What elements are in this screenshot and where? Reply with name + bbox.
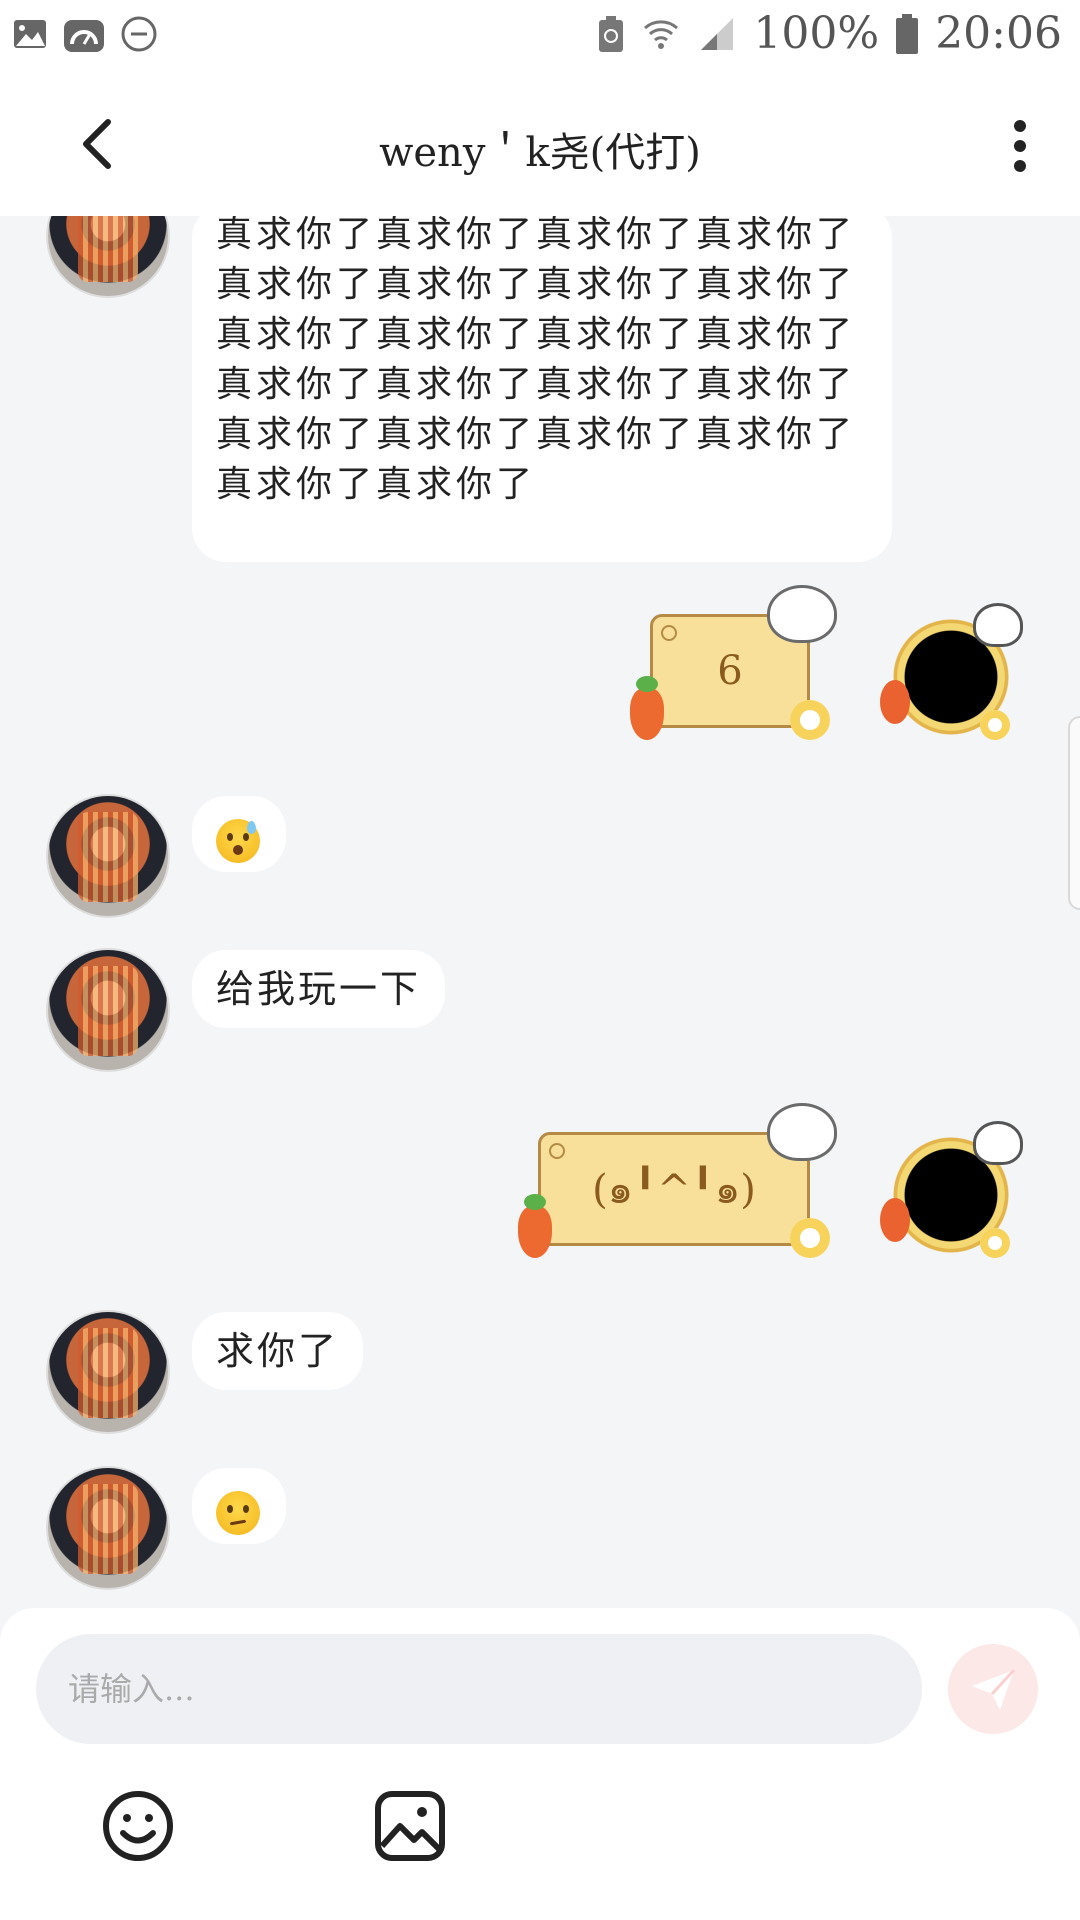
carrot-icon [880, 680, 910, 724]
avatar-self[interactable] [880, 606, 1020, 742]
more-vertical-icon [1014, 120, 1026, 172]
sticker-text: (๑╹^╹๑) [592, 1167, 756, 1213]
emoji-button[interactable] [98, 1786, 178, 1866]
cat-icon [770, 588, 834, 640]
send-icon [972, 1668, 1016, 1710]
chat-header: weny＇k尧(代打) [0, 72, 1080, 216]
carrot-icon [880, 1198, 910, 1242]
do-not-disturb-icon [121, 16, 157, 52]
status-right-icons: 100% 20:06 [597, 8, 1062, 59]
avatar[interactable] [48, 216, 168, 296]
cat-icon [770, 1106, 834, 1158]
gallery-icon [14, 20, 46, 48]
carrot-icon [518, 1194, 552, 1258]
scrollbar[interactable] [1068, 716, 1080, 910]
avatar[interactable] [48, 950, 168, 1070]
message-input-wrapper[interactable] [36, 1634, 922, 1744]
emoji-icon [103, 1791, 173, 1861]
status-bar: 100% 20:06 [0, 0, 1080, 72]
message-input[interactable] [66, 1669, 892, 1709]
status-left-icons [12, 14, 158, 54]
sticker-card: (๑╹^╹๑) [538, 1132, 810, 1246]
avatar[interactable] [48, 796, 168, 916]
message-bubble[interactable] [192, 796, 286, 872]
cat-icon [976, 1124, 1020, 1162]
battery-saver-icon [599, 15, 624, 52]
message-bubble[interactable]: 求你了 [192, 1312, 364, 1390]
composer-panel [0, 1608, 1080, 1920]
signal-icon [701, 17, 734, 50]
sticker-text: 6 [717, 648, 743, 694]
sticker-message[interactable]: 6 [630, 588, 834, 740]
battery-icon [896, 13, 919, 54]
chat-title: weny＇k尧(代打) [379, 130, 701, 176]
avatar[interactable] [48, 1312, 168, 1432]
flower-icon [980, 1228, 1010, 1258]
message-bubble[interactable]: 给我玩一下 [192, 950, 446, 1028]
carrot-icon [630, 676, 664, 740]
sticker-message[interactable]: (๑╹^╹๑) [518, 1106, 834, 1258]
image-button[interactable] [370, 1786, 450, 1866]
wifi-icon [644, 19, 679, 49]
more-options-button[interactable] [1000, 114, 1040, 178]
flower-icon [980, 710, 1010, 740]
flower-icon [790, 1218, 830, 1258]
message-bubble[interactable]: 真求你了真求你了真求你了真求你了真求你了真求你了真求你了真求你了真求你了真求你了… [192, 216, 892, 562]
send-button[interactable] [948, 1644, 1038, 1734]
image-icon [375, 1791, 445, 1861]
avatar[interactable] [48, 1468, 168, 1588]
flower-icon [790, 700, 830, 740]
battery-percent: 100% [753, 8, 880, 59]
cat-icon [976, 606, 1020, 644]
hushed-sweat-emoji-icon [216, 818, 260, 863]
speed-icon [64, 20, 104, 52]
message-bubble[interactable] [192, 1468, 286, 1544]
message-list[interactable]: 真求你了真求你了真求你了真求你了真求你了真求你了真求你了真求你了真求你了真求你了… [0, 216, 1080, 1608]
confused-emoji-icon [216, 1490, 260, 1535]
status-time: 20:06 [935, 8, 1062, 59]
avatar-self[interactable] [880, 1124, 1020, 1260]
